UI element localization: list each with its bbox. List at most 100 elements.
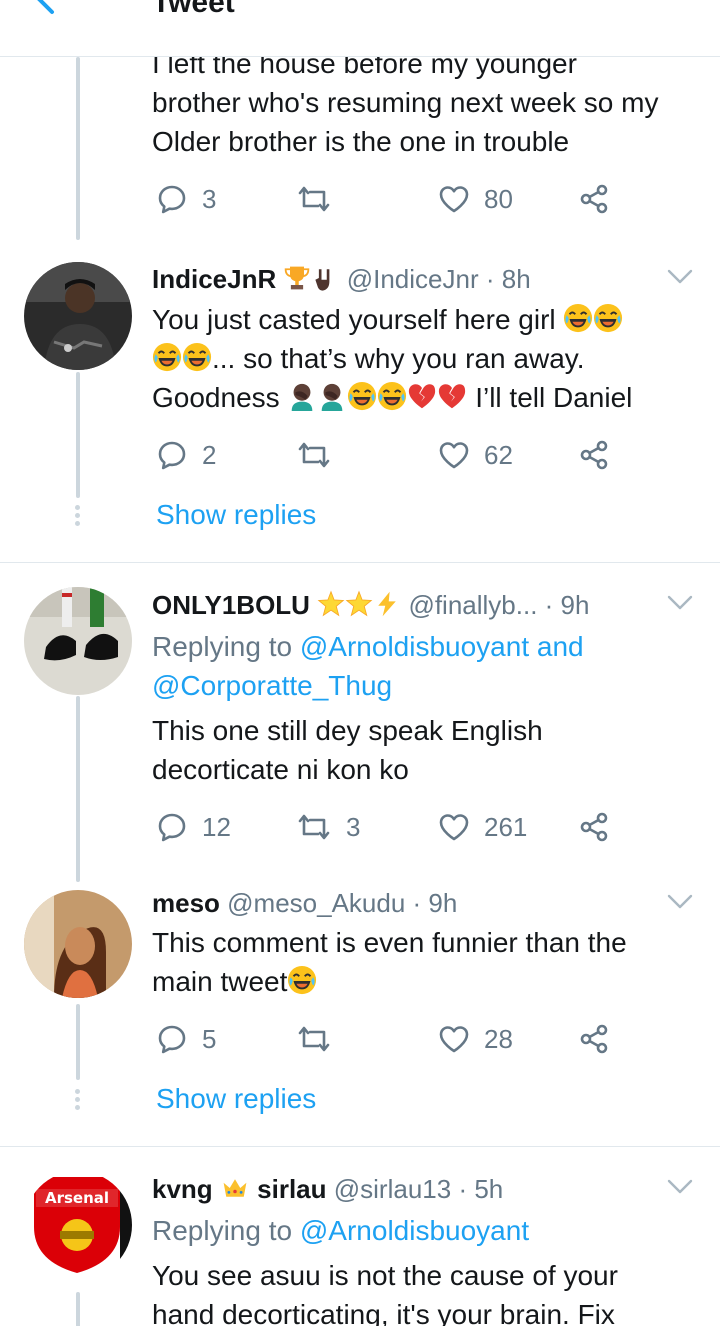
retweet-button[interactable]: 3 xyxy=(296,809,360,845)
tweet-text: You just casted yourself here girl ... s… xyxy=(152,303,633,413)
laughing-emoji-icon xyxy=(152,342,182,372)
thread-line xyxy=(76,696,80,882)
display-name[interactable]: IndiceJnR xyxy=(152,264,276,294)
display-name[interactable]: sirlau xyxy=(257,1174,326,1204)
retweet-icon xyxy=(296,811,332,843)
retweet-button[interactable] xyxy=(296,1021,346,1057)
crown-emoji-icon xyxy=(220,1174,250,1202)
retweet-icon xyxy=(296,439,332,471)
replying-to: Replying to @Arnoldisbuoyant and @Corpor… xyxy=(152,631,584,701)
reply-button[interactable]: 3 xyxy=(156,181,216,217)
divider xyxy=(0,1146,720,1147)
handle[interactable]: @IndiceJnr xyxy=(347,264,479,294)
tweet-actions: 3 80 xyxy=(156,181,616,217)
svg-text:Arsenal: Arsenal xyxy=(45,1189,109,1207)
reply-button[interactable]: 2 xyxy=(156,437,216,473)
facepalm-emoji-icon xyxy=(317,381,347,411)
mention-link[interactable]: @Arnoldisbuoyant xyxy=(300,1215,529,1246)
avatar[interactable] xyxy=(24,890,132,998)
heart-icon xyxy=(438,811,470,843)
share-icon xyxy=(578,439,610,471)
like-button[interactable]: 261 xyxy=(438,809,527,845)
display-name[interactable]: kvng xyxy=(152,1174,213,1204)
heart-icon xyxy=(438,1023,470,1055)
mention-link[interactable]: @Corporatte_Thug xyxy=(152,670,392,701)
broken-heart-emoji-icon xyxy=(407,381,437,411)
thread-dots xyxy=(75,1089,81,1113)
thread-line xyxy=(76,57,80,240)
share-button[interactable] xyxy=(578,181,610,217)
chevron-down-icon[interactable] xyxy=(666,268,694,286)
share-button[interactable] xyxy=(578,437,610,473)
divider xyxy=(0,562,720,563)
show-replies-link[interactable]: Show replies xyxy=(156,499,316,531)
tweet-text: You see asuu is not the cause of your ha… xyxy=(152,1260,618,1326)
reply-icon xyxy=(156,439,188,471)
share-button[interactable] xyxy=(578,1021,610,1057)
timestamp: · 8h xyxy=(485,264,531,294)
show-replies-link[interactable]: Show replies xyxy=(156,1083,316,1115)
handle[interactable]: @sirlau13 xyxy=(334,1174,451,1204)
handle[interactable]: @finallyb... xyxy=(408,590,537,620)
chevron-down-icon[interactable] xyxy=(666,893,694,911)
share-button[interactable] xyxy=(578,809,610,845)
laughing-emoji-icon xyxy=(563,303,593,333)
reply-button[interactable]: 5 xyxy=(156,1021,216,1057)
facepalm-emoji-icon xyxy=(287,381,317,411)
tweet-header: meso @meso_Akudu · 9h xyxy=(152,886,457,920)
thread-line xyxy=(76,1004,80,1080)
tweet-header: IndiceJnR @IndiceJnr · 8h xyxy=(152,262,531,296)
display-name[interactable]: meso xyxy=(152,888,220,918)
timestamp: · 9h xyxy=(544,590,590,620)
like-button[interactable]: 80 xyxy=(438,181,513,217)
tweet-header: ONLY1BOLU @finallyb... · 9h xyxy=(152,588,589,622)
chevron-down-icon[interactable] xyxy=(666,594,694,612)
laughing-emoji-icon xyxy=(377,381,407,411)
share-icon xyxy=(578,811,610,843)
broken-heart-emoji-icon xyxy=(437,381,467,411)
thread-line xyxy=(76,1292,80,1326)
reply-button[interactable]: 12 xyxy=(156,809,231,845)
tweet-actions: 12 3 261 xyxy=(156,809,616,845)
top-bar: Tweet xyxy=(0,0,720,57)
tweet-actions: 2 62 xyxy=(156,437,616,473)
avatar[interactable] xyxy=(24,262,132,370)
laughing-emoji-icon xyxy=(182,342,212,372)
chevron-down-icon[interactable] xyxy=(666,1178,694,1196)
reply-icon xyxy=(156,183,188,215)
retweet-button[interactable] xyxy=(296,181,346,217)
reply-icon xyxy=(156,811,188,843)
laughing-emoji-icon xyxy=(287,965,317,995)
retweet-icon xyxy=(296,1023,332,1055)
avatar[interactable] xyxy=(24,587,132,695)
tweet-actions: 5 28 xyxy=(156,1021,616,1057)
timestamp: · 5h xyxy=(458,1174,504,1204)
tweet-header: kvng sirlau @sirlau13 · 5h xyxy=(152,1172,503,1206)
trophy-emoji-icon xyxy=(283,264,311,292)
tweet-text: I left the house before my younger broth… xyxy=(152,48,659,157)
laughing-emoji-icon xyxy=(347,381,377,411)
like-button[interactable]: 62 xyxy=(438,437,513,473)
tweet-text: This comment is even funnier than the ma… xyxy=(152,927,627,997)
share-icon xyxy=(578,1023,610,1055)
handle[interactable]: @meso_Akudu xyxy=(227,888,405,918)
avatar[interactable]: Arsenal xyxy=(24,1171,132,1279)
replying-to: Replying to @Arnoldisbuoyant xyxy=(152,1215,530,1246)
like-button[interactable]: 28 xyxy=(438,1021,513,1057)
star-emoji-icon xyxy=(345,590,373,618)
star-emoji-icon xyxy=(317,590,345,618)
thread-line xyxy=(76,372,80,498)
back-arrow-icon[interactable] xyxy=(30,0,78,18)
retweet-icon xyxy=(296,183,332,215)
timestamp: · 9h xyxy=(412,888,458,918)
reply-icon xyxy=(156,1023,188,1055)
display-name[interactable]: ONLY1BOLU xyxy=(152,590,310,620)
retweet-button[interactable] xyxy=(296,437,346,473)
heart-icon xyxy=(438,183,470,215)
lightning-emoji-icon xyxy=(373,590,401,618)
horns-emoji-icon xyxy=(311,264,339,292)
laughing-emoji-icon xyxy=(593,303,623,333)
tweet-text: This one still dey speak English decorti… xyxy=(152,715,543,785)
share-icon xyxy=(578,183,610,215)
mention-link[interactable]: @Arnoldisbuoyant and xyxy=(300,631,584,662)
